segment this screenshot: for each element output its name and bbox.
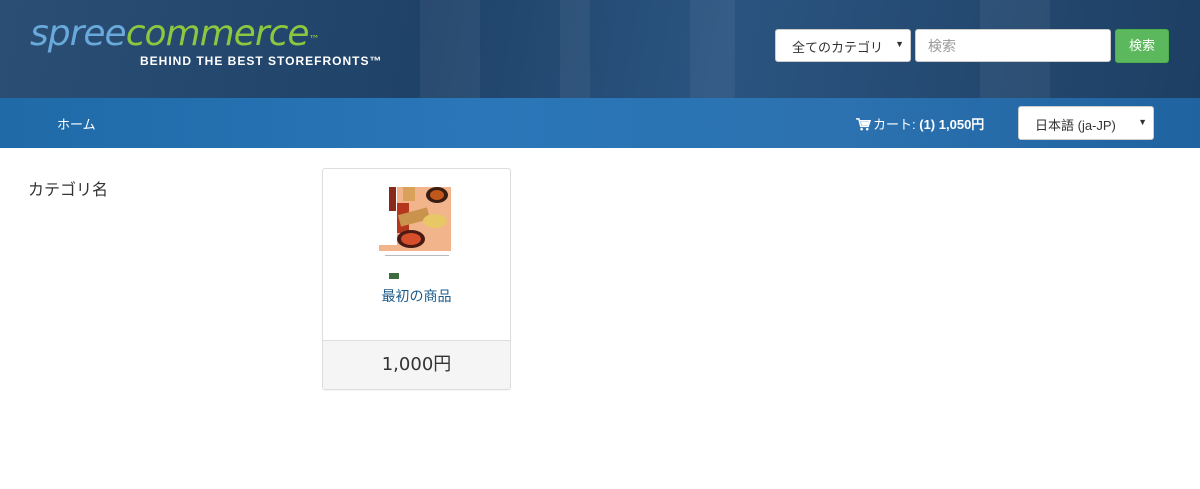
chevron-down-icon: ▼ <box>1138 117 1147 127</box>
site-header: spreecommerce™ BEHIND THE BEST STOREFRON… <box>0 0 1200 98</box>
category-select[interactable]: 全てのカテゴリ ▼ <box>775 29 911 62</box>
header-decoration <box>560 0 590 98</box>
cart-link[interactable]: カート: (1) 1,050円 <box>856 114 984 133</box>
cart-total: 1,050円 <box>938 117 985 132</box>
logo-wordmark: spreecommerce™ <box>30 10 320 58</box>
logo-tagline: BEHIND THE BEST STOREFRONTS™ <box>140 54 383 68</box>
search-input[interactable] <box>915 29 1111 62</box>
logo[interactable]: spreecommerce™ BEHIND THE BEST STOREFRON… <box>30 10 410 75</box>
logo-trademark: ™ <box>308 33 320 46</box>
nav-home-link[interactable]: ホーム <box>57 114 96 133</box>
product-card[interactable]: 最初の商品 1,000円 <box>322 168 511 390</box>
product-name-link[interactable]: 最初の商品 <box>323 286 510 306</box>
logo-commerce: commerce <box>125 13 310 54</box>
logo-spree: spree <box>30 13 127 54</box>
header-decoration <box>690 0 735 98</box>
header-decoration <box>420 0 480 98</box>
cart-label: カート: <box>873 117 916 132</box>
taxon-title: カテゴリ名 <box>28 180 109 199</box>
cart-count: (1) <box>919 117 936 132</box>
category-select-value: 全てのカテゴリ <box>792 40 884 55</box>
product-price: 1,000円 <box>323 340 510 389</box>
shopping-cart-icon <box>856 118 871 131</box>
language-select[interactable]: 日本語 (ja-JP) ▼ <box>1018 106 1154 140</box>
search-button[interactable]: 検索 <box>1115 29 1169 63</box>
language-select-value: 日本語 (ja-JP) <box>1035 118 1116 133</box>
chevron-down-icon: ▼ <box>895 39 904 49</box>
product-image[interactable] <box>379 183 455 285</box>
